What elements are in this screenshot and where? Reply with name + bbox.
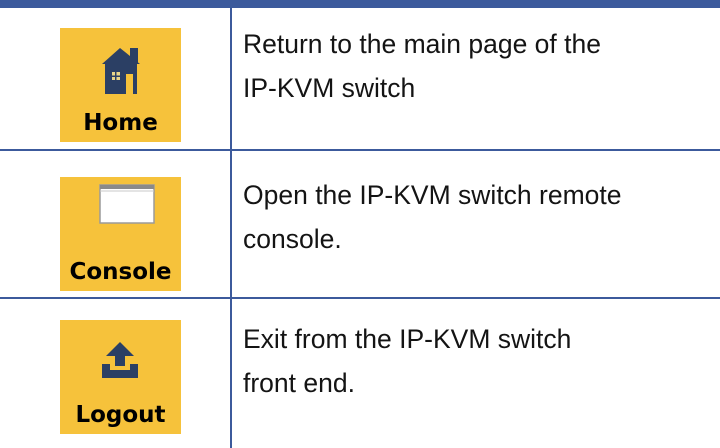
icon-cell: Logout: [0, 299, 230, 448]
console-description: Open the IP-KVM switch remote console.: [243, 173, 708, 261]
description-line: front end.: [243, 368, 355, 398]
console-button[interactable]: Console: [60, 177, 181, 291]
home-description: Return to the main page of the IP-KVM sw…: [243, 22, 708, 110]
table-row-home: Home Return to the main page of the IP-K…: [0, 8, 720, 149]
logout-button[interactable]: Logout: [60, 320, 181, 434]
console-button-label: Console: [69, 259, 172, 285]
icon-cell: Console: [0, 151, 230, 297]
table-row-console: Console Open the IP-KVM switch remote co…: [0, 151, 720, 297]
console-window-icon: [99, 184, 155, 224]
icon-cell: Home: [0, 8, 230, 149]
logout-button-label: Logout: [75, 402, 166, 428]
table-row-logout: Logout Exit from the IP-KVM switch front…: [0, 299, 720, 448]
home-button[interactable]: Home: [60, 28, 181, 142]
description-line: Exit from the IP-KVM switch: [243, 324, 572, 354]
home-icon: [102, 48, 140, 94]
logout-icon: [102, 342, 138, 378]
description-line: IP-KVM switch: [243, 73, 416, 103]
description-line: console.: [243, 224, 342, 254]
logout-description: Exit from the IP-KVM switch front end.: [243, 317, 708, 405]
function-table: Home Return to the main page of the IP-K…: [0, 0, 720, 448]
description-line: Open the IP-KVM switch remote: [243, 180, 622, 210]
home-button-label: Home: [83, 110, 158, 136]
table-top-rule: [0, 0, 720, 8]
description-line: Return to the main page of the: [243, 29, 601, 59]
